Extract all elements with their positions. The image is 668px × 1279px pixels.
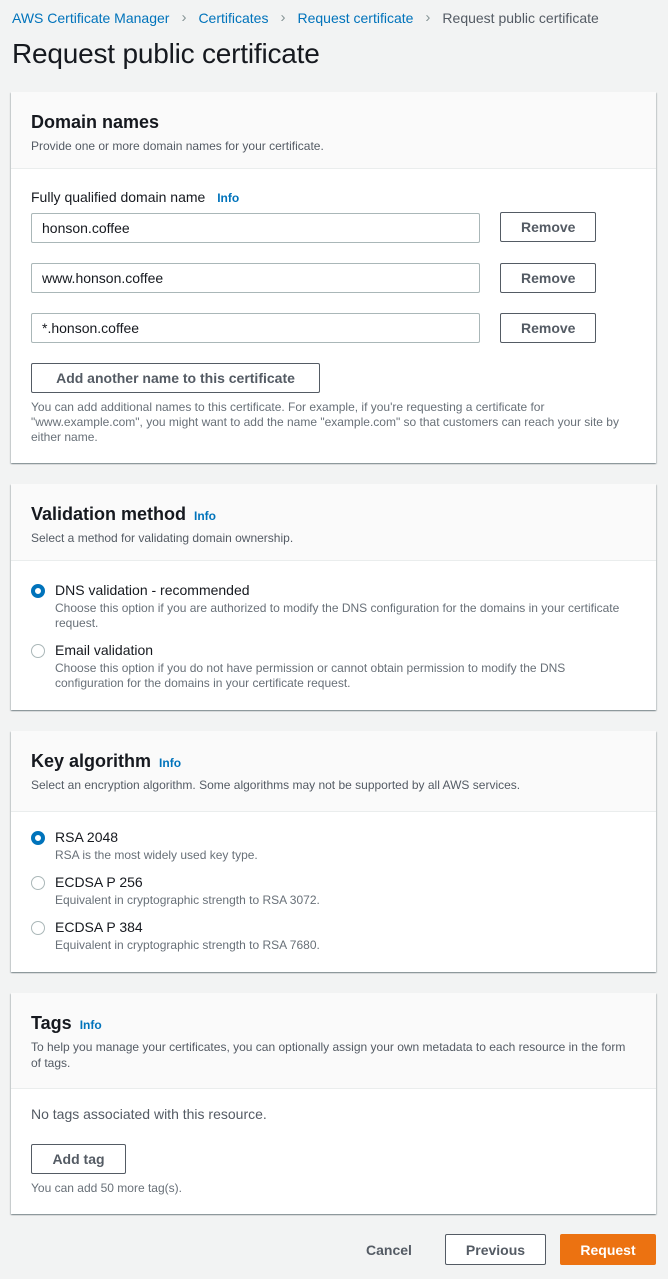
add-tag-button[interactable]: Add tag <box>31 1144 126 1174</box>
radio-rsa-2048[interactable]: RSA 2048 RSA is the most widely used key… <box>31 829 636 863</box>
radio-email-validation[interactable]: Email validation Choose this option if y… <box>31 642 636 690</box>
tags-title: Tags <box>31 1013 72 1033</box>
add-another-name-button[interactable]: Add another name to this certificate <box>31 363 320 393</box>
radio-ecdsa-p384[interactable]: ECDSA P 384 Equivalent in cryptographic … <box>31 919 636 953</box>
radio-unchecked-icon[interactable] <box>31 921 45 935</box>
domain-names-description: Provide one or more domain names for you… <box>31 139 324 153</box>
domain-name-input-3[interactable] <box>31 313 480 343</box>
breadcrumb-certificates[interactable]: Certificates <box>198 10 268 26</box>
key-algorithm-header: Key algorithm Info Select an encryption a… <box>11 731 656 812</box>
validation-title: Validation method <box>31 504 187 524</box>
fqdn-info-link[interactable]: Info <box>217 191 239 205</box>
radio-label: Email validation <box>55 642 154 658</box>
radio-checked-icon[interactable] <box>31 584 45 598</box>
tags-panel: Tags Info To help you manage your certifi… <box>11 993 656 1214</box>
radio-description: Choose this option if you are authorized… <box>55 601 620 630</box>
radio-unchecked-icon[interactable] <box>31 876 45 890</box>
key-algorithm-description: Select an encryption algorithm. Some alg… <box>31 778 521 792</box>
fqdn-label-text: Fully qualified domain name <box>31 189 206 205</box>
request-button[interactable]: Request <box>560 1234 656 1265</box>
remove-domain-button-3[interactable]: Remove <box>500 313 596 343</box>
radio-checked-icon[interactable] <box>31 831 45 845</box>
breadcrumb-acm[interactable]: AWS Certificate Manager <box>12 10 169 26</box>
tags-header: Tags Info To help you manage your certifi… <box>11 993 656 1089</box>
remove-domain-button-1[interactable]: Remove <box>500 212 596 242</box>
domain-name-input-1[interactable] <box>31 213 480 243</box>
radio-unchecked-icon[interactable] <box>31 644 45 658</box>
radio-label: DNS validation - recommended <box>55 582 250 598</box>
domain-names-title: Domain names <box>31 112 160 132</box>
domain-name-input-2[interactable] <box>31 263 480 293</box>
breadcrumb-current: Request public certificate <box>442 9 599 26</box>
radio-description: Equivalent in cryptographic strength to … <box>55 938 320 952</box>
chevron-right-icon: › <box>425 9 431 26</box>
no-tags-text: No tags associated with this resource. <box>31 1106 267 1122</box>
breadcrumb-request-certificate[interactable]: Request certificate <box>297 10 413 26</box>
validation-method-panel: Validation method Info Select a method fo… <box>11 484 656 710</box>
radio-dns-validation[interactable]: DNS validation - recommended Choose this… <box>31 582 636 630</box>
chevron-right-icon: › <box>280 9 286 26</box>
radio-label: ECDSA P 256 <box>55 874 143 890</box>
validation-header: Validation method Info Select a method fo… <box>11 484 656 561</box>
chevron-right-icon: › <box>181 9 187 26</box>
previous-button[interactable]: Previous <box>445 1234 546 1265</box>
radio-label: ECDSA P 384 <box>55 919 143 935</box>
tags-remaining-hint: You can add 50 more tag(s). <box>31 1181 182 1195</box>
add-name-hint: You can add additional names to this cer… <box>31 400 619 444</box>
validation-info-link[interactable]: Info <box>194 509 216 523</box>
tags-info-link[interactable]: Info <box>80 1018 102 1032</box>
fqdn-label: Fully qualified domain name Info <box>31 189 239 205</box>
remove-domain-button-2[interactable]: Remove <box>500 263 596 293</box>
radio-description: RSA is the most widely used key type. <box>55 848 258 862</box>
tags-description: To help you manage your certificates, yo… <box>31 1040 626 1070</box>
domain-names-header: Domain names Provide one or more domain … <box>11 92 656 169</box>
key-algorithm-title: Key algorithm <box>31 751 152 771</box>
key-algorithm-info-link[interactable]: Info <box>159 756 181 770</box>
validation-description: Select a method for validating domain ow… <box>31 531 294 545</box>
radio-ecdsa-p256[interactable]: ECDSA P 256 Equivalent in cryptographic … <box>31 874 636 908</box>
breadcrumb: AWS Certificate Manager › Certificates ›… <box>12 9 599 26</box>
radio-label: RSA 2048 <box>55 829 119 845</box>
domain-names-panel: Domain names Provide one or more domain … <box>11 92 656 463</box>
radio-description: Equivalent in cryptographic strength to … <box>55 893 320 907</box>
radio-description: Choose this option if you do not have pe… <box>55 661 566 690</box>
cancel-button[interactable]: Cancel <box>350 1234 428 1265</box>
page-title: Request public certificate <box>12 38 320 69</box>
key-algorithm-panel: Key algorithm Info Select an encryption a… <box>11 731 656 972</box>
